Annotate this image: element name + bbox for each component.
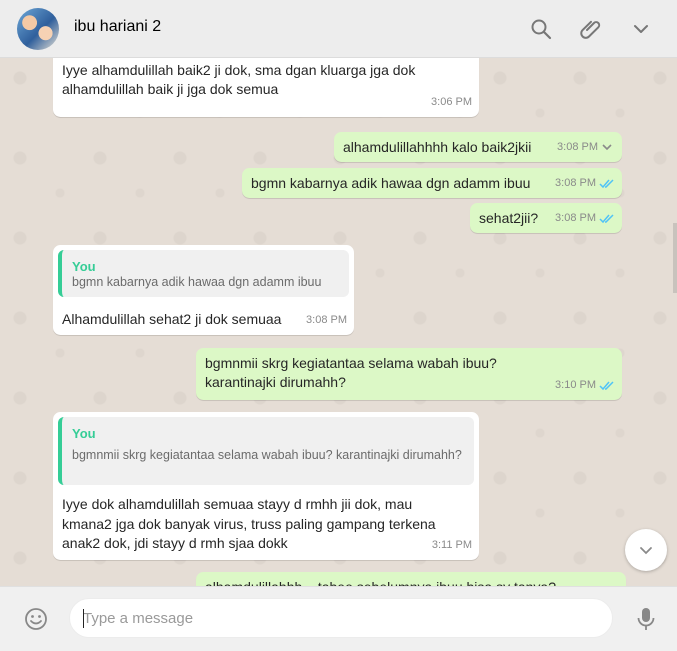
message-text: bgmnmii skrg kegiatantaa selama wabah ib… bbox=[205, 355, 497, 390]
timestamp: 3:10 PM bbox=[555, 379, 596, 391]
message-outgoing[interactable]: bgmnmii skrg kegiatantaa selama wabah ib… bbox=[196, 348, 622, 400]
attach-icon[interactable] bbox=[579, 17, 603, 41]
message-text: Iyye alhamdulillah baik2 ji dok, sma dga… bbox=[62, 62, 416, 97]
message-time: 3:08 PM bbox=[306, 311, 347, 330]
message-time: 3:08 PM bbox=[555, 174, 615, 193]
message-input-box[interactable] bbox=[69, 598, 613, 638]
message-text: Alhamdulillah sehat2 ji dok semuaa bbox=[62, 311, 282, 327]
message-text: alhamdulillahhh... tabee sebelumnya ibuu… bbox=[205, 578, 556, 586]
timestamp: 3:06 PM bbox=[431, 96, 472, 108]
message-menu-chevron-icon[interactable] bbox=[601, 141, 613, 153]
quote-author: You bbox=[72, 426, 96, 441]
message-time: 3:11 PM bbox=[432, 536, 472, 555]
message-text: sehat2jii? bbox=[479, 210, 539, 226]
message-outgoing[interactable]: sehat2jii? 3:08 PM bbox=[470, 203, 622, 233]
message-time: 3:08 PM bbox=[557, 138, 598, 157]
chevron-down-icon[interactable] bbox=[629, 17, 653, 41]
timestamp: 3:11 PM bbox=[431, 539, 472, 551]
message-text: bgmn kabarnya adik hawaa dgn adamm ibuu bbox=[251, 175, 531, 191]
scroll-to-bottom-button[interactable] bbox=[625, 529, 667, 571]
message-text: alhamdulillahhhh kalo baik2jkii bbox=[343, 139, 532, 155]
quote-text: bgmn kabarnya adik hawaa dgn adamm ibuu bbox=[72, 275, 322, 289]
scrollbar[interactable] bbox=[673, 223, 677, 293]
message-incoming[interactable]: You bgmn kabarnya adik hawaa dgn adamm i… bbox=[53, 245, 354, 335]
read-ticks-icon bbox=[599, 179, 614, 189]
timestamp: 3:08 PM bbox=[306, 314, 347, 326]
read-ticks-icon bbox=[599, 214, 614, 224]
text-caret bbox=[83, 609, 84, 628]
microphone-icon[interactable] bbox=[635, 606, 657, 632]
message-time: 3:10 PM bbox=[555, 376, 615, 395]
emoji-icon[interactable] bbox=[24, 607, 48, 631]
message-outgoing[interactable]: alhamdulillahhhh kalo baik2jkii 3:08 PM bbox=[334, 132, 622, 162]
message-incoming[interactable]: Iyye alhamdulillah baik2 ji dok, sma dga… bbox=[53, 58, 479, 117]
quoted-message[interactable]: You bgmn kabarnya adik hawaa dgn adamm i… bbox=[58, 250, 349, 297]
timestamp: 3:08 PM bbox=[555, 212, 596, 224]
message-input[interactable] bbox=[70, 599, 583, 637]
message-outgoing[interactable]: alhamdulillahhh... tabee sebelumnya ibuu… bbox=[196, 572, 626, 586]
chevron-down-icon bbox=[640, 547, 652, 555]
message-time: 3:08 PM bbox=[555, 209, 615, 228]
message-text: Iyye dok alhamdulillah semuaa stayy d rm… bbox=[62, 496, 436, 551]
timestamp: 3:08 PM bbox=[555, 177, 596, 189]
composer bbox=[0, 586, 677, 651]
contact-name[interactable]: ibu hariani 2 bbox=[74, 18, 161, 36]
quote-text: bgmnmii skrg kegiatantaa selama wabah ib… bbox=[72, 448, 462, 462]
message-list[interactable]: Iyye alhamdulillah baik2 ji dok, sma dga… bbox=[0, 58, 677, 586]
quoted-message[interactable]: You bgmnmii skrg kegiatantaa selama waba… bbox=[58, 417, 474, 485]
chat-header: ibu hariani 2 bbox=[0, 0, 677, 58]
message-time: 3:06 PM bbox=[431, 93, 472, 112]
message-incoming[interactable]: You bgmnmii skrg kegiatantaa selama waba… bbox=[53, 412, 479, 560]
contact-avatar[interactable] bbox=[17, 8, 59, 50]
timestamp: 3:08 PM bbox=[557, 141, 598, 153]
read-ticks-icon bbox=[599, 381, 614, 391]
search-icon[interactable] bbox=[529, 17, 553, 41]
message-outgoing[interactable]: bgmn kabarnya adik hawaa dgn adamm ibuu … bbox=[242, 168, 622, 198]
